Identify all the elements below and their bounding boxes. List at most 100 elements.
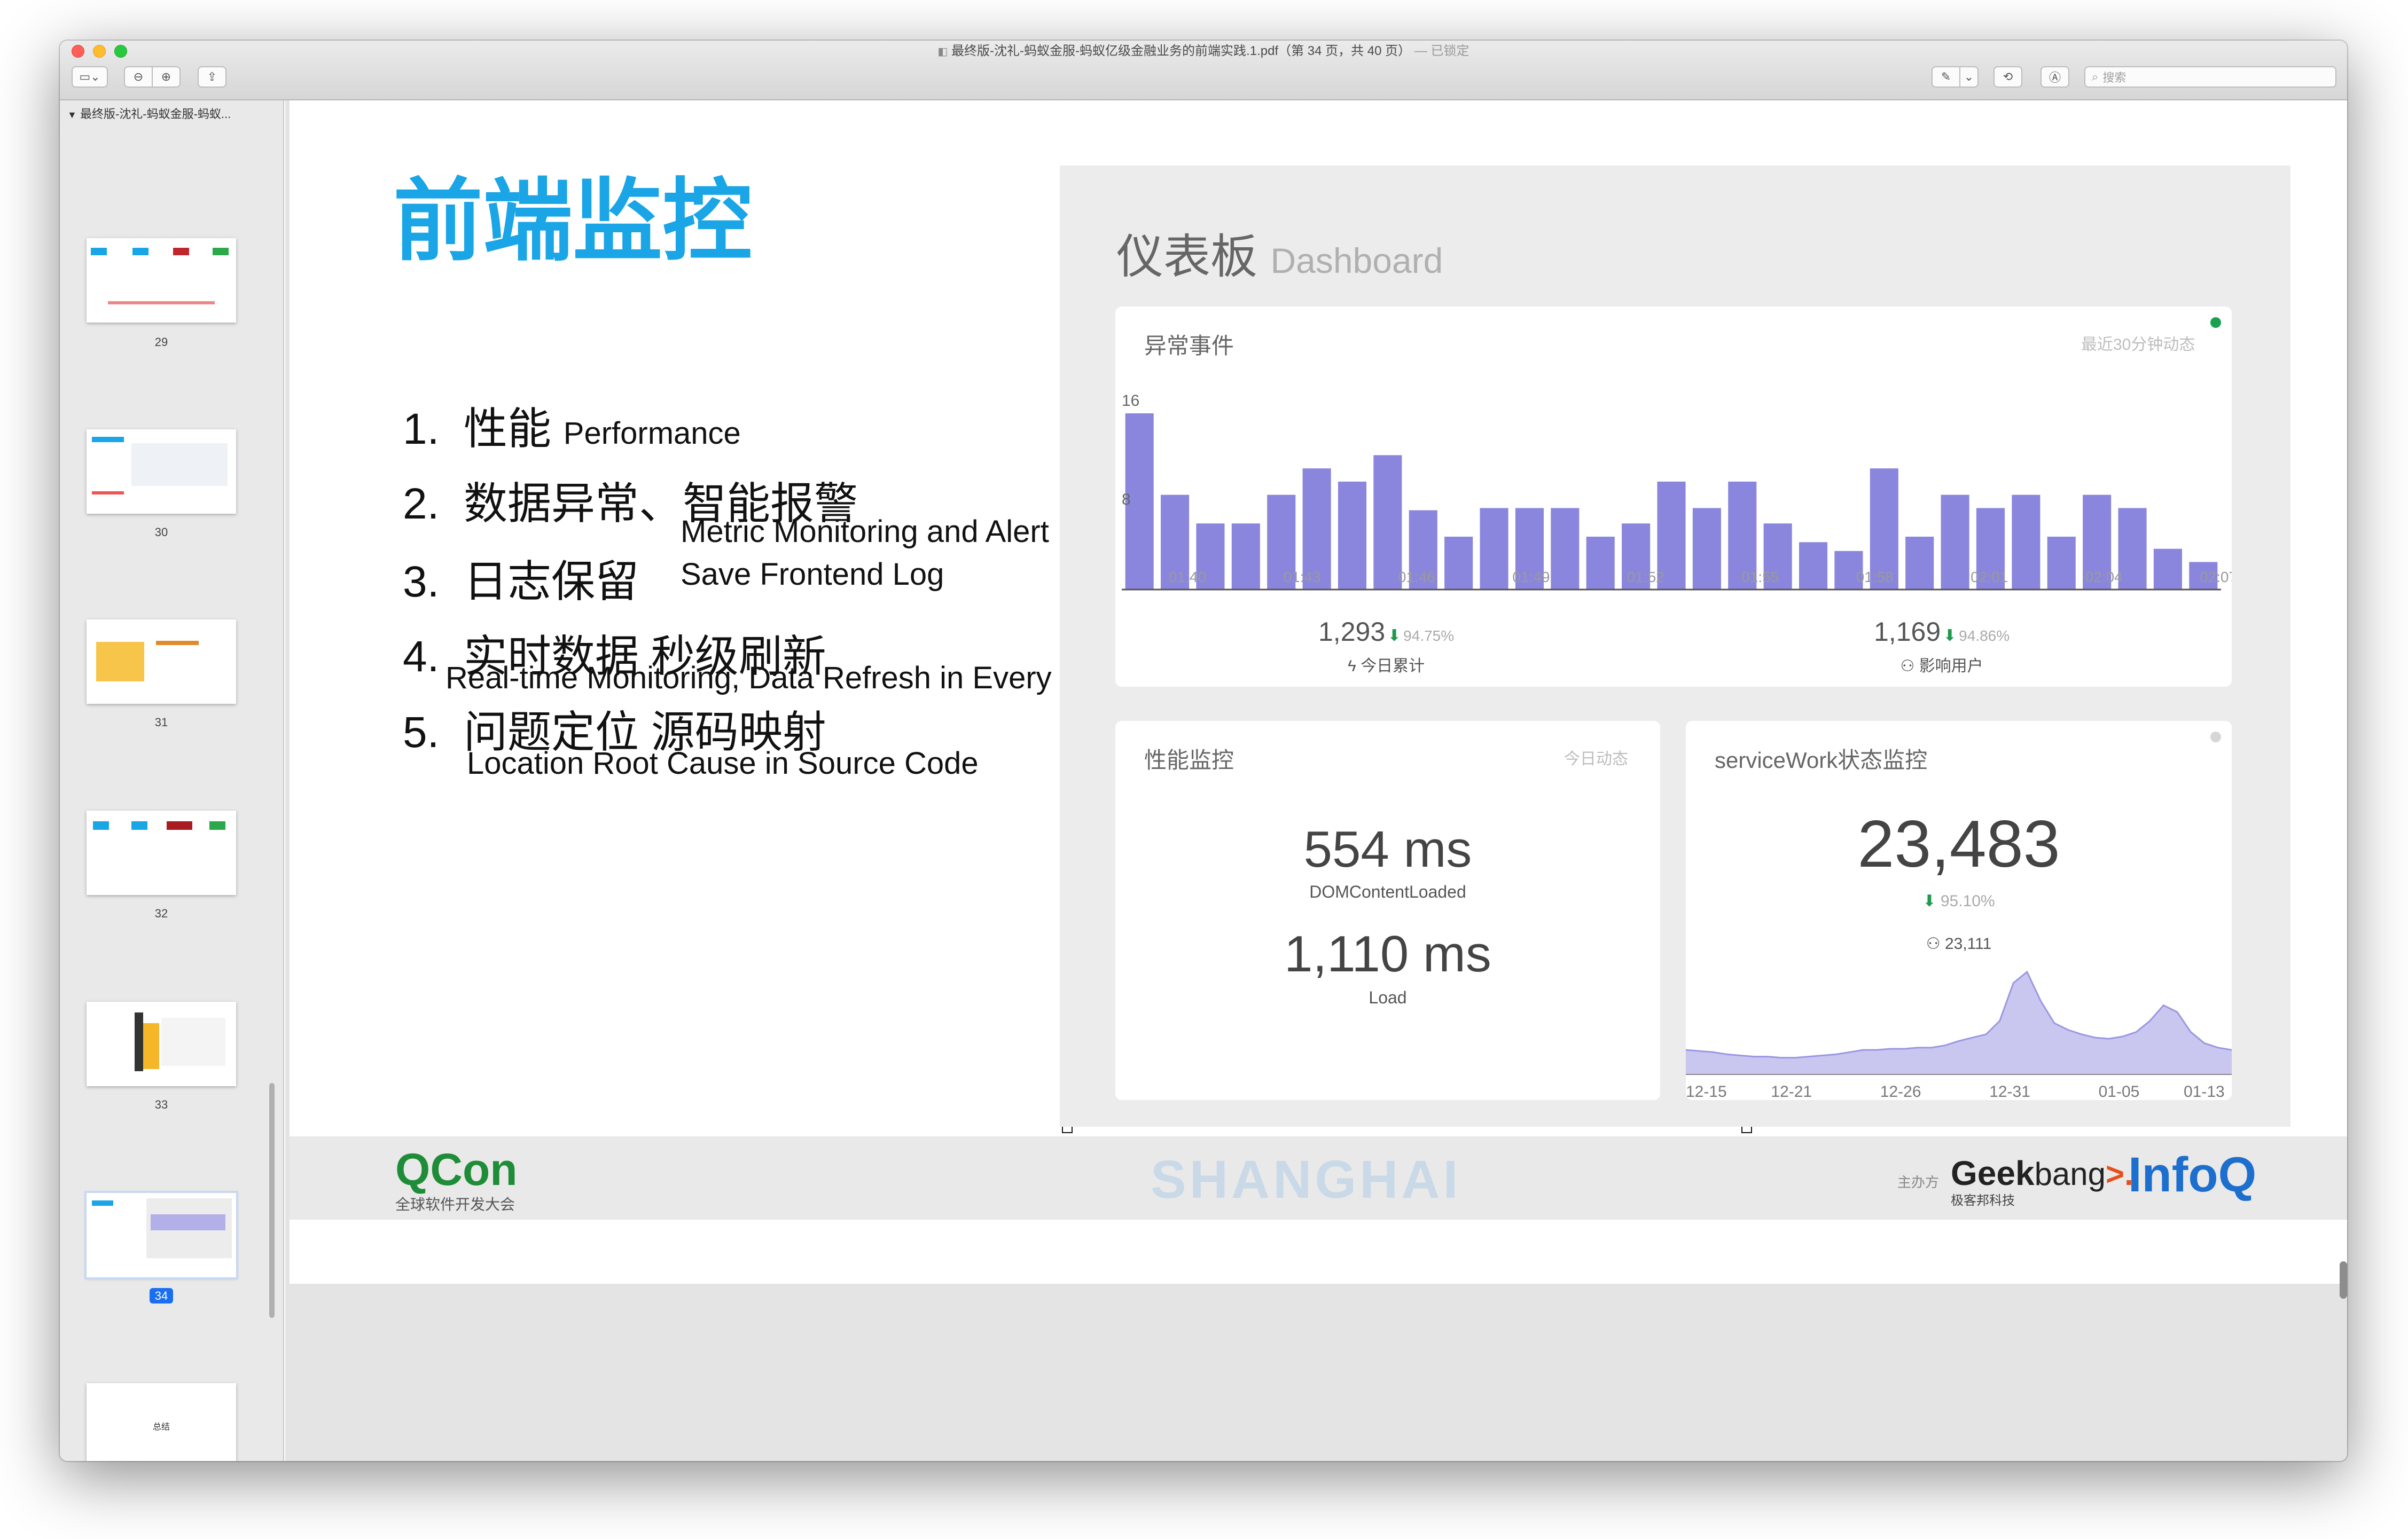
thumbnail-label: 32 [154, 907, 168, 920]
item-2-subtitle: Metric Monitoring and Alert [681, 514, 1049, 549]
dashboard-title: 仪表板 Dashboard [1116, 230, 1443, 283]
rotate-icon: ⟲ [2003, 70, 2013, 83]
sidebar-scrollbar[interactable] [269, 1083, 275, 1318]
x-tick-label: 02:04 [2085, 569, 2123, 585]
x-tick-label: 01:55 [1741, 569, 1779, 585]
thumbnail-label: 30 [154, 525, 168, 539]
performance-card: 性能监控 今日动态 554 ms DOMContentLoaded 1,110 … [1115, 721, 1660, 1100]
window-title: ◧ 最终版-沈礼-蚂蚁金服-蚂蚁亿级金融业务的前端实践.1.pdf（第 34 页… [60, 43, 2347, 60]
events-card-note: 最近30分钟动态 [2081, 336, 2195, 354]
zoom-out-icon: ⊖ [133, 70, 144, 83]
x-tick-label: 01:46 [1398, 569, 1435, 585]
event-bar [2047, 537, 2076, 590]
servicework-card: serviceWork状态监控 23,483 ⬇ 95.10% ⚇ 23,111… [1686, 721, 2232, 1100]
zoom-out-button[interactable]: ⊖ [124, 66, 153, 88]
x-tick-label: 01:52 [1627, 569, 1664, 585]
x-tick-label: 01:43 [1283, 569, 1320, 585]
document-title: 最终版-沈礼-蚂蚁金服-蚂蚁亿级金融业务的前端实践.1.pdf（第 34 页，共… [951, 44, 1411, 58]
load-value: 1,110 ms [1284, 925, 1491, 983]
event-bar [1586, 537, 1615, 590]
servicework-area-chart: 12-15 12-21 12-26 12-31 01-05 01-13 [1686, 970, 2232, 1100]
thumbnail-sidebar: ▼ 最终版-沈礼-蚂蚁金服-蚂蚁... 29 30 31 32 33 34 总结 [60, 100, 284, 1461]
zoom-in-button[interactable]: ⊕ [152, 66, 181, 88]
preview-window: ◧ 最终版-沈礼-蚂蚁金服-蚂蚁亿级金融业务的前端实践.1.pdf（第 34 页… [60, 41, 2347, 1461]
x-tick-label: 01-13 [2184, 1083, 2225, 1100]
pen-icon: ✎ [1941, 70, 1951, 83]
events-card: 异常事件 最近30分钟动态 16 8 01:40 01:43 01:46 01:49 01:… [1115, 307, 2232, 687]
document-scrollbar[interactable] [2340, 1261, 2347, 1299]
y-tick-label: 8 [1122, 491, 1131, 508]
geekbang-logo: Geekbang>. 极客邦科技 [1951, 1154, 2133, 1208]
live-status-dot [2210, 317, 2221, 328]
event-bar [2012, 494, 2040, 590]
lightning-icon: ϟ [1347, 657, 1356, 675]
sidebar-icon: ▭⌄ [79, 70, 100, 83]
x-tick-label: 01:58 [1856, 569, 1894, 585]
x-tick-label: 12-21 [1771, 1083, 1812, 1100]
sidebar-document-name: 最终版-沈礼-蚂蚁金服-蚂蚁... [80, 107, 231, 121]
zoom-in-icon: ⊕ [161, 70, 171, 83]
dashboard-screenshot: 仪表板 Dashboard 异常事件 最近30分钟动态 16 8 01:40 01:4… [1060, 166, 2290, 1127]
sidebar-toggle-button[interactable]: ▭⌄ [72, 66, 108, 88]
search-input[interactable]: ⌕ 搜索 [2084, 66, 2336, 88]
arrow-down-icon: ⬇ [1922, 892, 1936, 910]
event-bar [1338, 481, 1367, 590]
event-bar [1692, 508, 1721, 590]
event-bar [1551, 508, 1580, 590]
x-tick-label: 01:49 [1512, 569, 1550, 585]
thumbnail-label-selected: 34 [60, 1288, 263, 1304]
event-bar [1480, 508, 1508, 590]
share-button[interactable]: ⇪ [198, 66, 226, 88]
thumbnail-page-32[interactable] [87, 811, 236, 895]
events-stat-users: 1,169 ⬇ 94.86% ⚇ 影响用户 [1874, 617, 2010, 675]
annotate-button[interactable]: ✎ [1932, 66, 1960, 88]
event-bar [1231, 523, 1260, 590]
sidebar-document-header[interactable]: ▼ 最终版-沈礼-蚂蚁金服-蚂蚁... [67, 105, 231, 122]
annotate-menu-button[interactable]: ⌄ [1959, 66, 1979, 88]
x-tick-label: 12-15 [1686, 1083, 1727, 1100]
servicework-total: 23,483 [1857, 807, 2060, 881]
dom-loaded-value: 554 ms [1303, 821, 1472, 878]
idle-status-dot [2210, 732, 2221, 742]
markup-button[interactable]: Ⓐ [2040, 66, 2069, 88]
share-icon: ⇪ [207, 70, 217, 83]
user-icon: ⚇ [1900, 657, 1915, 675]
city-label: SHANGHAI [1151, 1150, 1461, 1210]
arrow-down-icon: ⬇ [1943, 627, 1957, 645]
thumbnail-page-35[interactable]: 总结 [87, 1383, 236, 1461]
events-card-title: 异常事件 [1144, 333, 1234, 358]
thumbnail-page-30[interactable] [87, 429, 236, 514]
pdf-file-icon: ◧ [937, 46, 948, 58]
x-tick-label: 01-05 [2099, 1083, 2140, 1100]
x-tick-label: 02:01 [1971, 569, 2008, 585]
thumbnail-page-31[interactable] [87, 619, 236, 704]
dom-loaded-label: DOMContentLoaded [1309, 882, 1466, 901]
events-stat-today: 1,293 ⬇ 94.75% ϟ 今日累计 [1318, 617, 1455, 675]
host-label: 主办方 [1897, 1174, 1940, 1190]
thumbnail-label: 33 [154, 1098, 168, 1111]
x-tick-label: 12-26 [1880, 1083, 1921, 1100]
item-1-title: 1. 性能 Performance [403, 405, 741, 453]
item-3-subtitle: Save Frontend Log [681, 557, 944, 592]
rotate-button[interactable]: ⟲ [1993, 66, 2022, 88]
slide-title: 前端监控 [393, 171, 752, 271]
y-tick-label: 16 [1122, 392, 1139, 410]
item-5-subtitle: Location Root Cause in Source Code [467, 746, 979, 781]
thumbnail-page-33[interactable] [87, 1002, 236, 1086]
event-bar [1905, 537, 1934, 590]
area-fill [1686, 972, 2232, 1074]
performance-card-title: 性能监控 [1144, 748, 1234, 773]
document-view: 前端监控 1. 性能 Performance 2. 数据异常、智能报警 Metr… [285, 100, 2347, 1461]
search-icon: ⌕ [2092, 70, 2099, 83]
performance-card-note: 今日动态 [1564, 750, 1628, 768]
servicework-percent: ⬇ 95.10% [1922, 892, 1995, 910]
thumbnail-page-29[interactable] [87, 238, 236, 323]
disclosure-triangle-icon[interactable]: ▼ [67, 109, 77, 120]
search-placeholder: 搜索 [2102, 71, 2126, 84]
thumbnail-page-34[interactable] [84, 1191, 238, 1279]
event-bar [1444, 537, 1473, 590]
qcon-logo: QCon 全球软件开发大会 [395, 1144, 518, 1213]
title-bar: ◧ 最终版-沈礼-蚂蚁金服-蚂蚁亿级金融业务的前端实践.1.pdf（第 34 页… [60, 41, 2347, 100]
markup-icon: Ⓐ [2049, 71, 2061, 84]
chevron-down-icon: ⌄ [1964, 70, 1974, 83]
